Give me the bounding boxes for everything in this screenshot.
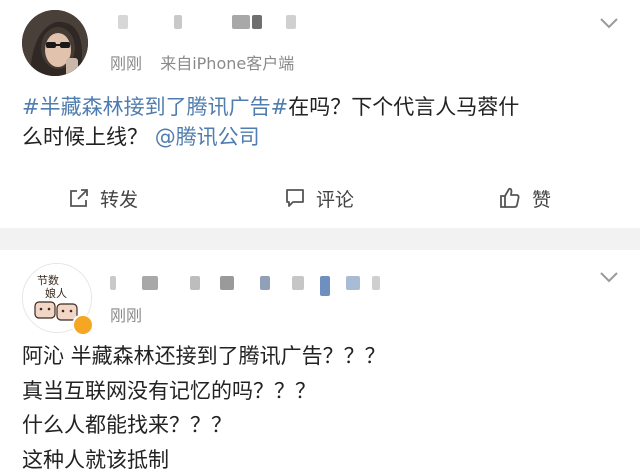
avatar-photo: [22, 10, 88, 76]
repost-icon: [70, 189, 88, 207]
comment-line-1: 阿沁 半藏森林还接到了腾讯广告？？？: [22, 344, 386, 368]
repost-button[interactable]: 转发: [68, 175, 138, 221]
post-meta: 刚刚 来自iPhone客户端: [110, 50, 294, 74]
comment-time: 刚刚: [110, 306, 143, 325]
separator: [0, 228, 640, 250]
repost-label: 转发: [100, 188, 139, 211]
chevron-down-icon[interactable]: [598, 12, 620, 34]
mention-link[interactable]: @腾讯公司: [155, 125, 260, 149]
post-text-part: 在吗？下个代言人马蓉什: [288, 95, 520, 119]
verified-badge-icon: [72, 314, 94, 336]
weibo-post: 刚刚 来自iPhone客户端 #半藏森林接到了腾讯广告#在吗？下个代言人马蓉什 …: [0, 0, 640, 228]
user-avatar[interactable]: [22, 10, 88, 76]
like-button[interactable]: 赞: [498, 175, 551, 221]
comment-button[interactable]: 评论: [284, 175, 354, 221]
comment-line-3: 什么人都能找来？？？: [22, 413, 232, 437]
post-source: 来自iPhone客户端: [160, 54, 295, 73]
thumbs-up-icon: [500, 187, 520, 208]
comment-label: 评论: [316, 188, 355, 211]
hashtag-link[interactable]: #半藏森林接到了腾讯广告#: [22, 95, 288, 119]
commenter-username-blurred[interactable]: [110, 276, 390, 296]
username-blurred[interactable]: [118, 15, 318, 31]
chevron-down-icon-2[interactable]: [598, 266, 620, 288]
comment-line-2: 真当互联网没有记忆的吗？？？: [22, 379, 316, 403]
post-text-line-1: #半藏森林接到了腾讯广告#在吗？下个代言人马蓉什: [22, 92, 622, 122]
like-label: 赞: [532, 188, 552, 211]
avatar-text-2: 娘人: [45, 286, 67, 300]
post-text-part-2: 么时候上线？: [22, 125, 148, 149]
avatar-text-1: 节数: [37, 274, 59, 287]
post-body: #半藏森林接到了腾讯广告#在吗？下个代言人马蓉什 么时候上线？ @腾讯公司: [22, 92, 622, 152]
post-actions: 转发 评论 赞: [0, 175, 640, 221]
post-time: 刚刚: [110, 54, 143, 73]
comment-line-4: 这种人就该抵制: [22, 448, 169, 472]
post-text-line-2: 么时候上线？ @腾讯公司: [22, 122, 622, 152]
comment-icon: [286, 189, 304, 207]
